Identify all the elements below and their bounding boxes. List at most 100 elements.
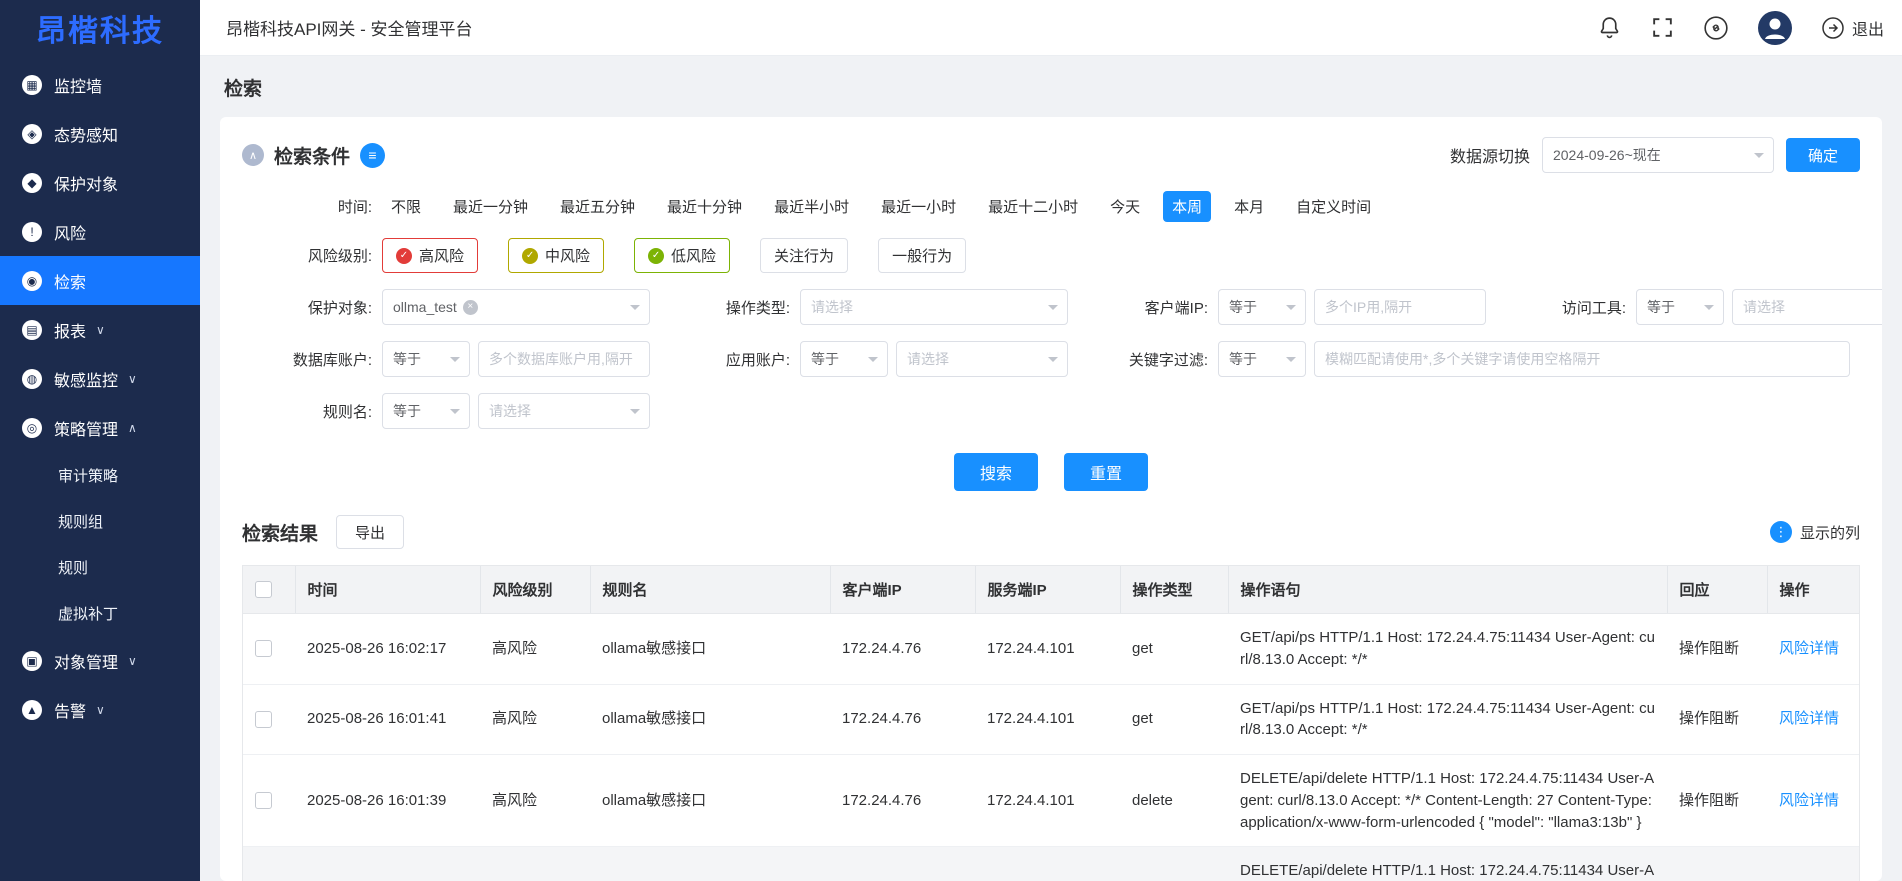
rule-name-select[interactable]: 请选择 — [478, 393, 650, 429]
op-type-placeholder: 请选择 — [811, 297, 853, 317]
row-checkbox[interactable] — [255, 792, 272, 809]
sidebar-item-label: 监控墙 — [54, 73, 102, 97]
sidebar-item-label: 敏感监控 — [54, 367, 118, 391]
risk-level-button[interactable]: ✓中风险 — [508, 238, 604, 273]
sidebar-item-object-mgmt[interactable]: ▣对象管理∨ — [0, 636, 200, 685]
sidebar-item-policy-mgmt[interactable]: ◎策略管理∧ — [0, 403, 200, 452]
notification-bell-icon[interactable] — [1597, 15, 1622, 40]
sidebar-item-situation-awareness[interactable]: ◈态势感知 — [0, 109, 200, 158]
row-checkbox[interactable] — [255, 640, 272, 657]
sidebar-subitem-rules[interactable]: 规则 — [0, 544, 200, 590]
time-option[interactable]: 本周 — [1163, 191, 1211, 222]
risk-detail-link[interactable]: 风险详情 — [1779, 792, 1839, 809]
behavior-filter-button[interactable]: 一般行为 — [878, 238, 966, 273]
sidebar-item-monitor-wall[interactable]: ▦监控墙 — [0, 60, 200, 109]
protect-object-select[interactable]: ollma_test × — [382, 289, 650, 325]
time-option[interactable]: 不限 — [382, 191, 430, 222]
cell-time: 2025-08-26 16:01:39 — [295, 755, 480, 847]
column-header[interactable]: 操作 — [1767, 566, 1859, 614]
app-title: 昂楷科技API网关 - 安全管理平台 — [226, 15, 473, 40]
column-header[interactable]: 时间 — [295, 566, 480, 614]
time-option[interactable]: 最近半小时 — [765, 191, 858, 222]
db-account-input[interactable] — [478, 341, 650, 377]
sidebar-subitem-audit-policy[interactable]: 审计策略 — [0, 452, 200, 498]
reset-button[interactable]: 重置 — [1064, 453, 1148, 491]
search-button[interactable]: 搜索 — [954, 453, 1038, 491]
time-label: 时间: — [242, 196, 382, 217]
time-option[interactable]: 今天 — [1101, 191, 1149, 222]
user-avatar[interactable] — [1757, 10, 1793, 46]
column-header[interactable]: 回应 — [1667, 566, 1767, 614]
sidebar-item-reports[interactable]: ▤报表∨ — [0, 305, 200, 354]
risk-level-button[interactable]: ✓高风险 — [382, 238, 478, 273]
collapse-chevron-up-icon[interactable]: ∧ — [242, 144, 264, 166]
export-button[interactable]: 导出 — [336, 515, 404, 549]
sidebar-item-alerts[interactable]: ▲告警∨ — [0, 685, 200, 734]
risk-detail-link[interactable]: 风险详情 — [1779, 640, 1839, 657]
db-account-op-select[interactable]: 等于 — [382, 341, 470, 377]
column-header[interactable]: 规则名 — [590, 566, 830, 614]
chevron-down-icon — [450, 409, 460, 414]
time-option[interactable]: 最近一小时 — [872, 191, 965, 222]
keyword-op-select[interactable]: 等于 — [1218, 341, 1306, 377]
tag-remove-icon[interactable]: × — [463, 300, 478, 315]
table-row[interactable]: 2025-08-26 16:00:25高风险ollama敏感接口172.24.4… — [243, 847, 1859, 881]
show-columns-button[interactable]: ⋮ 显示的列 — [1770, 521, 1860, 543]
datasource-select[interactable]: 2024-09-26~现在 — [1542, 137, 1774, 173]
cell-response: 操作阻断 — [1667, 684, 1767, 755]
sidebar-item-search[interactable]: ◉检索 — [0, 256, 200, 305]
cell-statement: GET/api/ps HTTP/1.1 Host: 172.24.4.75:11… — [1228, 614, 1667, 685]
logout-label: 退出 — [1852, 16, 1884, 40]
client-ip-input[interactable] — [1314, 289, 1486, 325]
risk-detail-link[interactable]: 风险详情 — [1779, 710, 1839, 727]
column-header[interactable]: 操作类型 — [1120, 566, 1228, 614]
chevron-down-icon — [630, 305, 640, 310]
cell-server-ip: 172.24.4.101 — [975, 755, 1120, 847]
column-header[interactable]: 客户端IP — [830, 566, 975, 614]
time-options: 不限最近一分钟最近五分钟最近十分钟最近半小时最近一小时最近十二小时今天本周本月自… — [382, 191, 1380, 222]
logout-button[interactable]: 退出 — [1821, 16, 1884, 40]
time-option[interactable]: 最近五分钟 — [551, 191, 644, 222]
time-option[interactable]: 最近十二小时 — [979, 191, 1087, 222]
access-tool-op-select[interactable]: 等于 — [1636, 289, 1724, 325]
behavior-filter-button[interactable]: 关注行为 — [760, 238, 848, 273]
app-account-op-select[interactable]: 等于 — [800, 341, 888, 377]
link-icon[interactable] — [1703, 15, 1729, 41]
app-account-select[interactable]: 请选择 — [896, 341, 1068, 377]
confirm-button[interactable]: 确定 — [1786, 138, 1860, 172]
cell-rule-name: ollama敏感接口 — [590, 847, 830, 881]
select-all-checkbox[interactable] — [255, 581, 272, 598]
chevron-down-icon — [1286, 357, 1296, 362]
column-header[interactable]: 风险级别 — [480, 566, 590, 614]
cell-statement: DELETE/api/delete HTTP/1.1 Host: 172.24.… — [1228, 755, 1667, 847]
table-row[interactable]: 2025-08-26 16:01:41高风险ollama敏感接口172.24.4… — [243, 684, 1859, 755]
column-header[interactable]: 操作语句 — [1228, 566, 1667, 614]
row-checkbox[interactable] — [255, 711, 272, 728]
keyword-input[interactable] — [1314, 341, 1850, 377]
fullscreen-icon[interactable] — [1650, 15, 1675, 40]
rule-name-op-value: 等于 — [393, 401, 421, 421]
sidebar-item-protected-objects[interactable]: ◆保护对象 — [0, 158, 200, 207]
rule-name-op-select[interactable]: 等于 — [382, 393, 470, 429]
time-option[interactable]: 本月 — [1225, 191, 1273, 222]
time-option[interactable]: 自定义时间 — [1287, 191, 1380, 222]
sidebar-subitem-rule-group[interactable]: 规则组 — [0, 498, 200, 544]
filter-menu-icon[interactable]: ≡ — [360, 143, 385, 168]
table-row[interactable]: 2025-08-26 16:01:39高风险ollama敏感接口172.24.4… — [243, 755, 1859, 847]
sidebar-subitem-virtual-patch[interactable]: 虚拟补丁 — [0, 590, 200, 636]
time-option[interactable]: 最近一分钟 — [444, 191, 537, 222]
time-option[interactable]: 最近十分钟 — [658, 191, 751, 222]
cell-client-ip: 172.24.4.76 — [830, 755, 975, 847]
sidebar-item-risk[interactable]: !风险 — [0, 207, 200, 256]
table-row[interactable]: 2025-08-26 16:02:17高风险ollama敏感接口172.24.4… — [243, 614, 1859, 685]
cell-risk-level: 高风险 — [480, 847, 590, 881]
column-header[interactable]: 服务端IP — [975, 566, 1120, 614]
client-ip-op-select[interactable]: 等于 — [1218, 289, 1306, 325]
show-columns-label: 显示的列 — [1800, 522, 1860, 543]
filter-actions: 搜索 重置 — [242, 453, 1860, 491]
risk-level-button[interactable]: ✓低风险 — [634, 238, 730, 273]
sidebar-item-sensitive-monitor[interactable]: ◍敏感监控∨ — [0, 354, 200, 403]
op-type-select[interactable]: 请选择 — [800, 289, 1068, 325]
columns-icon: ⋮ — [1770, 521, 1792, 543]
access-tool-select[interactable]: 请选择 — [1732, 289, 1882, 325]
